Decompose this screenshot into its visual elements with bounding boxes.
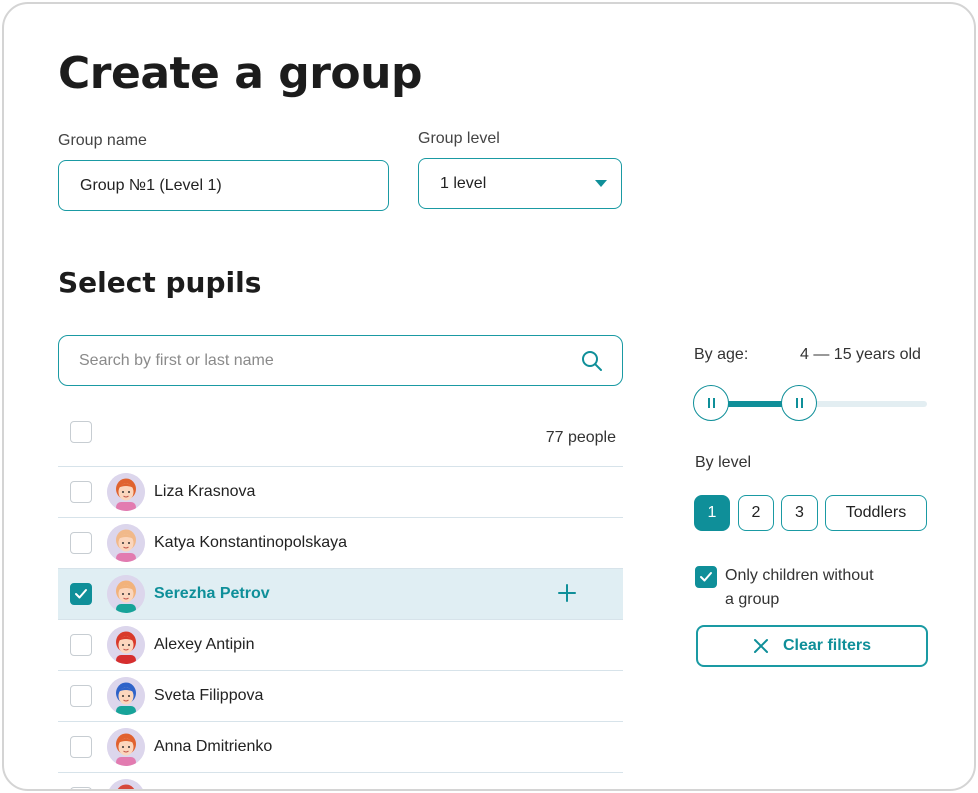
checkmark-icon xyxy=(75,589,87,599)
level-button-2[interactable]: 2 xyxy=(738,495,774,531)
age-slider-min-handle[interactable] xyxy=(693,385,729,421)
list-item[interactable]: Anna Dmitrienko xyxy=(58,721,623,772)
avatar xyxy=(107,728,145,766)
avatar xyxy=(107,779,145,789)
pupil-name: Anna Dmitrienko xyxy=(154,738,273,755)
plus-icon[interactable] xyxy=(555,581,579,605)
people-count: 77 people xyxy=(545,429,616,446)
list-item[interactable]: Liza Krasnova xyxy=(58,466,623,517)
search-input[interactable] xyxy=(79,350,559,372)
row-checkbox[interactable] xyxy=(70,787,92,789)
page-title: Create a group xyxy=(58,48,422,99)
clear-filters-button[interactable]: Clear filters xyxy=(696,625,928,667)
pupil-name: Alexey Antipin xyxy=(154,636,255,653)
group-level-select[interactable]: 1 level xyxy=(418,158,622,209)
level-button-3[interactable]: 3 xyxy=(781,495,818,531)
group-level-value: 1 level xyxy=(440,174,487,192)
pupil-name: Serezha Petrov xyxy=(154,585,270,602)
row-checkbox[interactable] xyxy=(70,736,92,758)
list-item[interactable]: Katya Konstantinopolskaya xyxy=(58,517,623,568)
row-checkbox[interactable] xyxy=(70,583,92,605)
list-item[interactable]: Alexey Antipin xyxy=(58,619,623,670)
pupil-name: Sveta Filippova xyxy=(154,687,264,704)
row-checkbox[interactable] xyxy=(70,532,92,554)
checkmark-icon xyxy=(700,572,712,582)
age-filter-label: By age: xyxy=(694,346,749,363)
pupil-list: Liza Krasnova Katya Konstantinopolskaya Se… xyxy=(58,466,623,791)
row-checkbox[interactable] xyxy=(70,634,92,656)
avatar xyxy=(107,677,145,715)
pupil-name: Liza Krasnova xyxy=(154,483,256,500)
age-filter-value: 4 — 15 years old xyxy=(800,346,921,363)
list-item[interactable]: Sveta Filippova xyxy=(58,670,623,721)
group-level-label: Group level xyxy=(418,130,500,147)
row-checkbox[interactable] xyxy=(70,481,92,503)
without-group-label-2: a group xyxy=(725,591,780,608)
level-button-1[interactable]: 1 xyxy=(694,495,730,531)
level-filter-label: By level xyxy=(695,454,752,471)
avatar xyxy=(107,575,145,613)
age-slider-max-handle[interactable] xyxy=(781,385,817,421)
list-item[interactable]: Serezha Petrov xyxy=(58,568,623,619)
avatar xyxy=(107,473,145,511)
level-button-toddlers[interactable]: Toddlers xyxy=(825,495,927,531)
pupil-name: Katya Konstantinopolskaya xyxy=(154,534,348,551)
group-name-label: Group name xyxy=(58,132,147,149)
close-icon xyxy=(753,639,768,653)
group-name-field[interactable]: Group №1 (Level 1) xyxy=(58,160,389,211)
select-all-checkbox[interactable] xyxy=(70,421,92,443)
without-group-label: Only children without xyxy=(725,567,874,584)
avatar xyxy=(107,524,145,562)
list-item[interactable]: Lena Ivanchuk xyxy=(58,772,623,791)
caret-down-icon xyxy=(595,180,607,187)
search-icon[interactable] xyxy=(580,349,604,373)
group-name-value: Group №1 (Level 1) xyxy=(80,176,222,194)
avatar xyxy=(107,626,145,664)
app-window: Create a group Group name Group №1 (Leve… xyxy=(2,2,976,791)
row-checkbox[interactable] xyxy=(70,685,92,707)
search-box[interactable] xyxy=(58,335,623,386)
pupil-name: Lena Ivanchuk xyxy=(154,789,258,791)
clear-filters-label: Clear filters xyxy=(782,637,872,654)
without-group-checkbox[interactable] xyxy=(695,566,717,588)
section-title: Select pupils xyxy=(58,266,262,299)
